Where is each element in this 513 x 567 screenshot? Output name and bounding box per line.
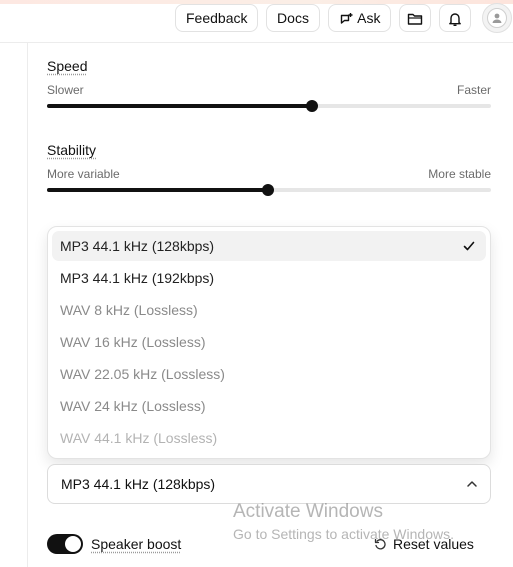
stability-slider-thumb[interactable] — [262, 184, 275, 196]
avatar-user-icon — [487, 8, 507, 28]
format-option-label: MP3 44.1 kHz (192kbps) — [60, 270, 215, 286]
format-select[interactable]: MP3 44.1 kHz (128kbps) — [47, 464, 491, 504]
speed-slider-thumb[interactable] — [306, 100, 319, 112]
format-option-label: WAV 8 kHz (Lossless) — [60, 302, 198, 318]
stability-label: Stability — [47, 142, 97, 158]
feedback-label: Feedback — [186, 10, 248, 26]
docs-label: Docs — [277, 10, 309, 26]
speed-slider[interactable] — [47, 100, 491, 112]
format-option-label: WAV 24 kHz (Lossless) — [60, 398, 206, 414]
format-option-label: WAV 16 kHz (Lossless) — [60, 334, 206, 350]
ask-button[interactable]: Ask — [328, 4, 391, 32]
chevron-up-icon — [467, 481, 477, 487]
left-panel-edge — [0, 43, 28, 567]
stability-slider-fill — [47, 188, 269, 192]
toggle-knob — [65, 536, 81, 552]
folder-icon — [407, 14, 423, 25]
speed-min-label: Slower — [47, 83, 84, 97]
reset-values-button[interactable]: Reset values — [374, 536, 474, 552]
stability-min-label: More variable — [47, 167, 120, 181]
speaker-boost-toggle[interactable] — [47, 534, 83, 554]
notifications-button[interactable] — [439, 4, 471, 32]
format-option[interactable]: MP3 44.1 kHz (192kbps) — [52, 263, 486, 293]
format-select-value: MP3 44.1 kHz (128kbps) — [61, 476, 216, 492]
format-option[interactable]: WAV 24 kHz (Lossless) — [52, 391, 486, 421]
speed-label: Speed — [47, 58, 88, 74]
reset-icon — [374, 538, 386, 550]
format-option[interactable]: WAV 16 kHz (Lossless) — [52, 327, 486, 357]
ask-label: Ask — [357, 10, 381, 26]
format-option-label: MP3 44.1 kHz (128kbps) — [60, 238, 215, 254]
speed-max-label: Faster — [456, 83, 491, 97]
format-option[interactable]: WAV 8 kHz (Lossless) — [52, 295, 486, 325]
format-option[interactable]: WAV 22.05 kHz (Lossless) — [52, 359, 486, 389]
stability-slider[interactable] — [47, 184, 491, 196]
watermark-title: Activate Windows — [233, 501, 383, 522]
folder-button[interactable] — [399, 4, 431, 32]
top-bar: Feedback Docs Ask — [0, 0, 513, 43]
format-dropdown-menu: MP3 44.1 kHz (128kbps) MP3 44.1 kHz (192… — [47, 226, 491, 459]
stability-max-label: More stable — [428, 167, 491, 181]
format-option-label: WAV 22.05 kHz (Lossless) — [60, 366, 225, 382]
ask-icon — [340, 12, 353, 24]
format-option[interactable]: WAV 44.1 kHz (Lossless) — [52, 423, 486, 453]
bell-icon — [449, 13, 461, 26]
feedback-button[interactable]: Feedback — [175, 4, 258, 32]
format-option[interactable]: MP3 44.1 kHz (128kbps) — [52, 231, 486, 261]
check-icon — [463, 241, 475, 251]
speaker-boost-label: Speaker boost — [91, 536, 182, 552]
format-option-label: WAV 44.1 kHz (Lossless) — [60, 430, 218, 446]
reset-values-label: Reset values — [393, 536, 474, 552]
docs-button[interactable]: Docs — [266, 4, 320, 32]
speed-slider-fill — [47, 104, 313, 108]
avatar[interactable] — [482, 3, 512, 33]
